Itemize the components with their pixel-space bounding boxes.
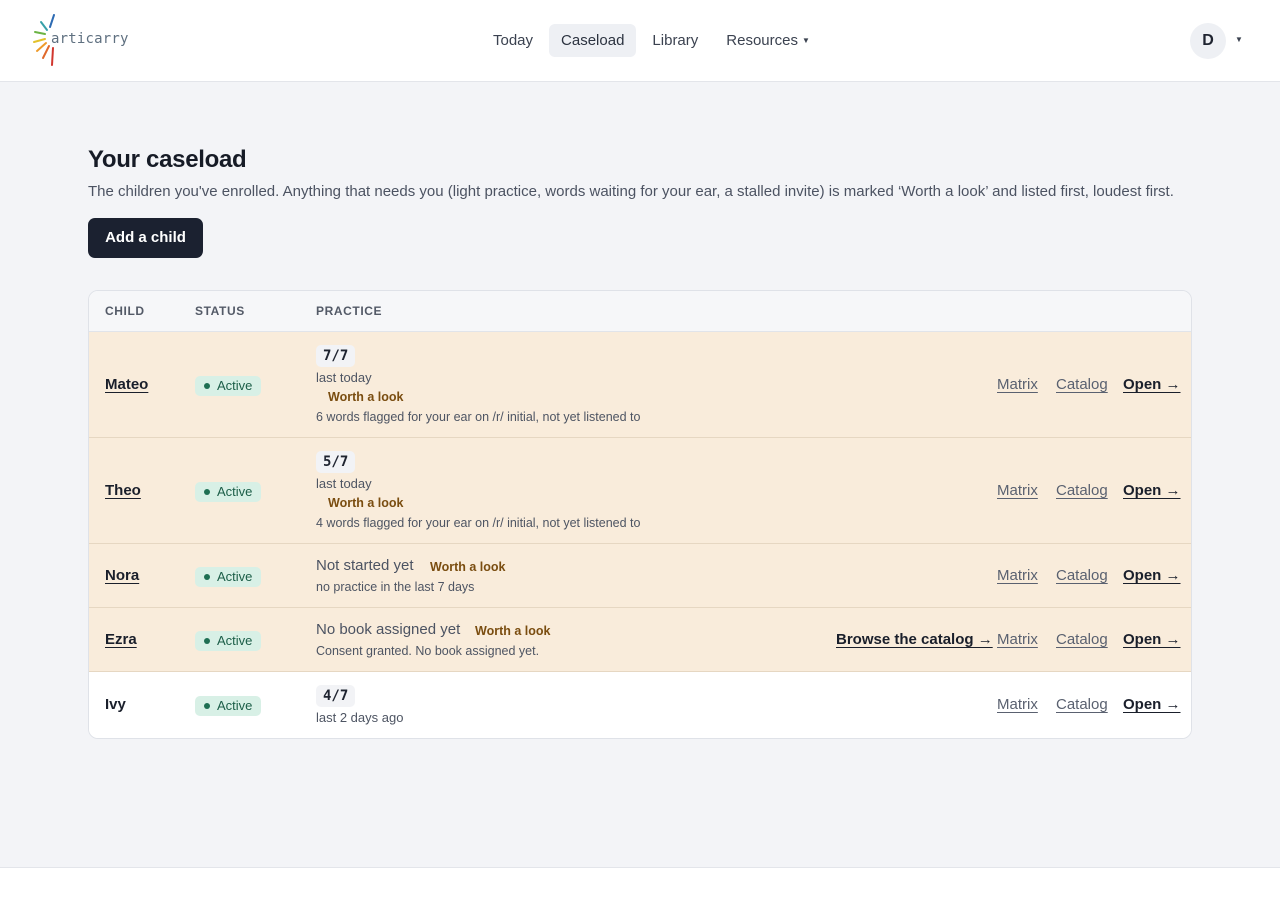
status-badge: Active bbox=[195, 696, 262, 716]
worth-a-look-badge: Worth a look bbox=[328, 496, 404, 510]
table-row: Mateo Active 7/7 last today Worth a look… bbox=[89, 332, 1191, 438]
open-link[interactable]: Open → bbox=[1123, 482, 1181, 499]
nav-library-label: Library bbox=[652, 32, 699, 49]
avatar[interactable]: D bbox=[1190, 23, 1226, 59]
articarry-logo[interactable]: articarry bbox=[32, 13, 128, 69]
nav-resources[interactable]: Resources ▼ bbox=[714, 24, 822, 57]
table-row: Theo Active 5/7 last today Worth a look … bbox=[89, 438, 1191, 544]
last-practice: last today bbox=[316, 370, 372, 385]
status-badge-label: Active bbox=[217, 569, 253, 584]
worth-a-look-badge: Worth a look bbox=[328, 390, 404, 404]
status-dot-icon bbox=[204, 703, 210, 709]
matrix-link[interactable]: Matrix bbox=[997, 376, 1038, 393]
practice-score: 7/7 bbox=[316, 345, 356, 367]
practice-note: Consent granted. No book assigned yet. bbox=[316, 644, 540, 658]
table-header: CHILD STATUS PRACTICE bbox=[89, 291, 1191, 332]
table-row: Ivy Active 4/7 last 2 days ago Matrix Ca… bbox=[89, 672, 1191, 738]
status-dot-icon bbox=[204, 574, 210, 580]
practice-score: 4/7 bbox=[316, 685, 356, 707]
page-title: Your caseload bbox=[88, 146, 247, 173]
status-badge: Active bbox=[195, 482, 262, 502]
child-name-link[interactable]: Mateo bbox=[105, 376, 148, 393]
practice-note: 6 words flagged for your ear on /r/ init… bbox=[316, 410, 641, 424]
account-menu-caret-icon[interactable]: ▼ bbox=[1235, 35, 1243, 44]
catalog-link[interactable]: Catalog bbox=[1056, 376, 1108, 393]
matrix-link[interactable]: Matrix bbox=[997, 482, 1038, 499]
child-name-link[interactable]: Ivy bbox=[105, 696, 126, 713]
practice-score: 5/7 bbox=[316, 451, 356, 473]
open-link[interactable]: Open → bbox=[1123, 567, 1181, 584]
table-row: Nora Active Not started yet Worth a look… bbox=[89, 544, 1191, 608]
child-name-link[interactable]: Theo bbox=[105, 482, 141, 499]
matrix-link[interactable]: Matrix bbox=[997, 696, 1038, 713]
worth-a-look-badge: Worth a look bbox=[475, 624, 551, 638]
last-practice: last today bbox=[316, 476, 372, 491]
browse-catalog-link[interactable]: Browse the catalog → bbox=[836, 631, 993, 648]
child-name-link[interactable]: Nora bbox=[105, 567, 139, 584]
table-row: Ezra Active No book assigned yet Worth a… bbox=[89, 608, 1191, 672]
footer bbox=[0, 867, 1280, 900]
catalog-link[interactable]: Catalog bbox=[1056, 696, 1108, 713]
page-description: The children you've enrolled. Anything t… bbox=[88, 183, 1174, 200]
status-dot-icon bbox=[204, 383, 210, 389]
catalog-link[interactable]: Catalog bbox=[1056, 567, 1108, 584]
nav-resources-label: Resources bbox=[726, 32, 798, 49]
top-navigation-bar: articarry Today Caseload Library Resourc… bbox=[0, 0, 1280, 82]
nav-caseload[interactable]: Caseload bbox=[549, 24, 637, 57]
matrix-link[interactable]: Matrix bbox=[997, 567, 1038, 584]
status-badge-label: Active bbox=[217, 378, 253, 393]
main-nav: Today Caseload Library Resources ▼ bbox=[481, 24, 826, 57]
status-dot-icon bbox=[204, 638, 210, 644]
nav-library[interactable]: Library bbox=[640, 24, 710, 57]
catalog-link[interactable]: Catalog bbox=[1056, 482, 1108, 499]
open-link[interactable]: Open → bbox=[1123, 631, 1181, 648]
column-header-practice: PRACTICE bbox=[316, 304, 383, 318]
status-dot-icon bbox=[204, 489, 210, 495]
status-badge-label: Active bbox=[217, 698, 253, 713]
caseload-table: CHILD STATUS PRACTICE Mateo Active 7/7 l… bbox=[88, 290, 1192, 739]
status-badge: Active bbox=[195, 631, 262, 651]
column-header-child: CHILD bbox=[105, 304, 145, 318]
status-badge-label: Active bbox=[217, 633, 253, 648]
logo-wordmark: articarry bbox=[51, 31, 129, 47]
worth-a-look-badge: Worth a look bbox=[430, 560, 506, 574]
column-header-status: STATUS bbox=[195, 304, 245, 318]
practice-note: 4 words flagged for your ear on /r/ init… bbox=[316, 516, 641, 530]
practice-state: Not started yet bbox=[316, 557, 414, 574]
status-badge: Active bbox=[195, 376, 262, 396]
matrix-link[interactable]: Matrix bbox=[997, 631, 1038, 648]
caret-down-icon: ▼ bbox=[801, 36, 810, 45]
practice-state: No book assigned yet bbox=[316, 621, 461, 638]
catalog-link[interactable]: Catalog bbox=[1056, 631, 1108, 648]
nav-today[interactable]: Today bbox=[481, 24, 545, 57]
child-name-link[interactable]: Ezra bbox=[105, 631, 137, 648]
add-child-button[interactable]: Add a child bbox=[88, 218, 203, 258]
status-badge-label: Active bbox=[217, 484, 253, 499]
status-badge: Active bbox=[195, 567, 262, 587]
nav-today-label: Today bbox=[493, 32, 534, 49]
open-link[interactable]: Open → bbox=[1123, 696, 1181, 713]
practice-note: no practice in the last 7 days bbox=[316, 580, 475, 594]
open-link[interactable]: Open → bbox=[1123, 376, 1181, 393]
last-practice: last 2 days ago bbox=[316, 710, 404, 725]
nav-caseload-label: Caseload bbox=[561, 32, 625, 49]
